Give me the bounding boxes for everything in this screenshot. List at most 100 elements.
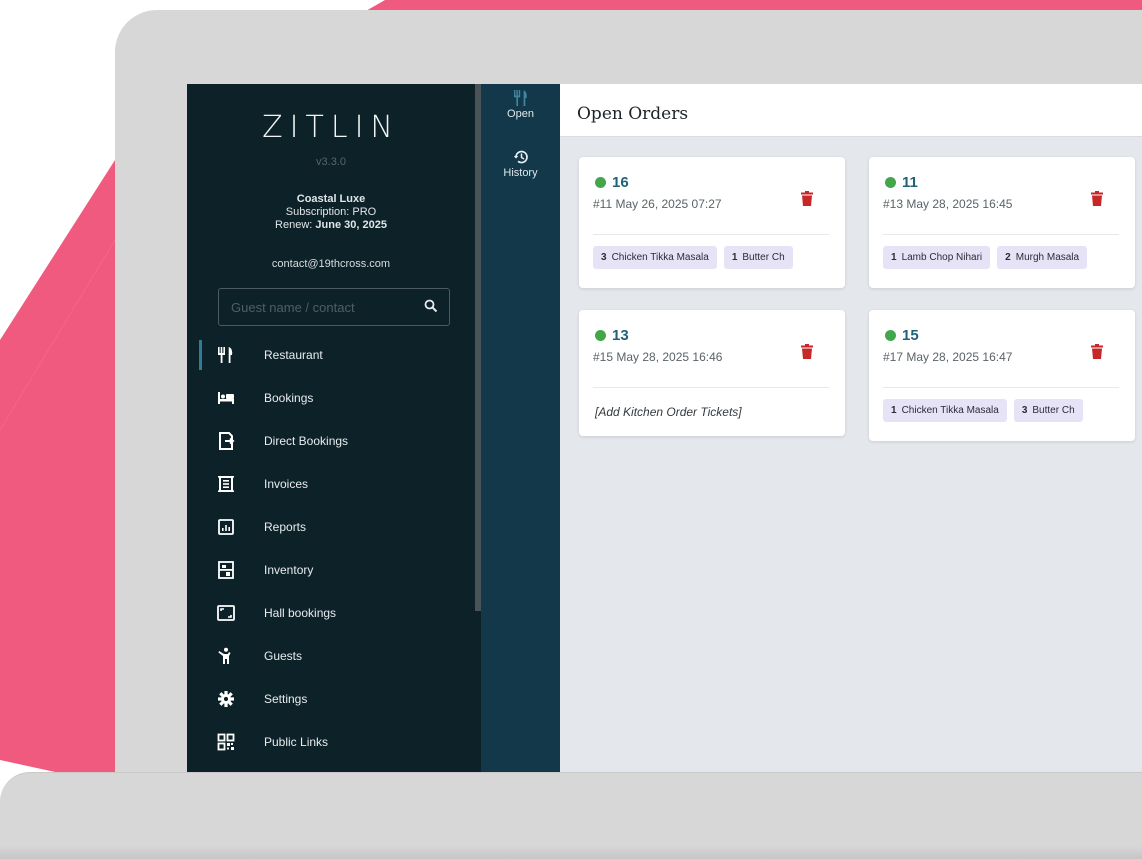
laptop-base-edge: [0, 846, 1142, 859]
item-qty: 2: [1005, 252, 1011, 263]
organization-name: Coastal Luxe: [296, 193, 366, 205]
sidebar-item-label: Invoices: [264, 477, 309, 491]
item-name: Lamb Chop Nihari: [901, 252, 983, 263]
hall-icon: [217, 605, 235, 621]
status-dot: [595, 330, 606, 341]
order-card[interactable]: 13 #15 May 28, 2025 16:46 [Add Kitchen O…: [579, 310, 845, 436]
item-qty: 1: [891, 252, 897, 263]
order-item-chip[interactable]: 1 Butter Ch: [723, 246, 793, 269]
item-qty: 1: [731, 252, 738, 263]
search-icon[interactable]: [424, 299, 438, 313]
delete-icon[interactable]: [1091, 344, 1103, 359]
order-card[interactable]: 16 #11 May 26, 2025 07:27 3 Chicken Tikka…: [579, 157, 845, 288]
item-name: Chicken Tikka Masala: [611, 252, 709, 263]
rail-item-open[interactable]: Open: [481, 90, 560, 120]
sidebar-item-label: Guests: [264, 649, 303, 663]
sidebar-item-hall-bookings[interactable]: Hall bookings: [187, 592, 475, 635]
guest-icon: [218, 647, 231, 664]
marketing-stage: ZITLIN v3.3.0 Coastal Luxe Subscription:…: [0, 0, 1142, 859]
sidebar-item-guests[interactable]: Guests: [187, 635, 475, 678]
app-version: v3.3.0: [316, 156, 346, 168]
direct-booking-icon: [219, 432, 235, 450]
card-divider: [883, 234, 1119, 235]
order-items: 1 Chicken Tikka Masala 3 Butter Ch: [883, 399, 1135, 424]
status-dot: [885, 330, 896, 341]
sidebar-item-invoices[interactable]: Invoices: [187, 463, 475, 506]
item-name: Butter Ch: [742, 252, 785, 263]
report-icon: [218, 519, 234, 535]
table-number: 15: [902, 327, 919, 344]
card-divider: [883, 387, 1119, 388]
sidebar-item-bookings[interactable]: Bookings: [187, 377, 475, 420]
add-kot-link[interactable]: [Add Kitchen Order Tickets]: [595, 405, 742, 419]
sidebar-item-label: Public Links: [264, 735, 329, 749]
fork-knife-icon: [513, 90, 527, 106]
order-item-chip[interactable]: 3 Chicken Tikka Masala: [593, 246, 717, 269]
sidebar: ZITLIN v3.3.0 Coastal Luxe Subscription:…: [187, 84, 481, 773]
guest-search: [218, 288, 450, 326]
page-header: Open Orders: [560, 84, 1142, 137]
sidebar-item-label: Restaurant: [264, 348, 323, 362]
sidebar-item-restaurant[interactable]: Restaurant: [187, 334, 475, 377]
order-meta: #11 May 26, 2025 07:27: [593, 197, 722, 211]
table-number: 13: [612, 327, 629, 344]
bed-icon: [218, 392, 234, 404]
order-view-rail: Open History: [481, 84, 560, 773]
qr-code-icon: [217, 733, 235, 751]
app-logo: ZITLIN: [262, 110, 400, 145]
main-content: Open Orders 16 #11 May 26, 2025 07:27 3C…: [560, 84, 1142, 773]
delete-icon[interactable]: [801, 344, 813, 359]
delete-icon[interactable]: [1091, 191, 1103, 206]
order-items: 3 Chicken Tikka Masala 1 Butter Ch: [593, 246, 845, 271]
rail-open-label: Open: [507, 108, 534, 120]
order-meta: #17 May 28, 2025 16:47: [883, 350, 1013, 364]
order-meta: #15 May 28, 2025 16:46: [593, 350, 723, 364]
invoice-icon: [218, 476, 234, 492]
order-item-chip[interactable]: 1 Lamb Chop Nihari: [883, 246, 991, 269]
item-qty: 1: [891, 405, 897, 416]
order-item-chip[interactable]: 1 Chicken Tikka Masala: [883, 399, 1007, 422]
rail-item-history[interactable]: History: [481, 149, 560, 179]
item-name: Butter Ch: [1032, 405, 1075, 416]
gear-icon: [218, 691, 234, 707]
order-card[interactable]: 11 #13 May 28, 2025 16:45 1 Lamb Chop Nih…: [869, 157, 1135, 288]
sidebar-item-label: Bookings: [264, 391, 314, 405]
status-dot: [595, 177, 606, 188]
renew-date: June 30, 2025: [315, 219, 387, 231]
sidebar-item-label: Inventory: [264, 563, 314, 577]
card-divider: [593, 387, 829, 388]
table-number: 16: [612, 174, 629, 191]
page-title: Open Orders: [577, 104, 689, 124]
item-name: Chicken Tikka Masala: [901, 405, 999, 416]
sidebar-item-label: Settings: [264, 692, 308, 706]
table-number: 11: [902, 174, 918, 191]
renew-text: Renew: June 30, 2025: [187, 219, 475, 232]
sidebar-item-reports[interactable]: Reports: [187, 506, 475, 549]
order-item-chip[interactable]: 3 Butter Ch: [1013, 399, 1083, 422]
guest-search-input[interactable]: [219, 289, 414, 325]
order-items: 1 Lamb Chop Nihari 2 Murgh Masala: [883, 246, 1135, 271]
sidebar-item-label: Direct Bookings: [264, 434, 349, 448]
sidebar-item-label: Reports: [264, 520, 307, 534]
order-item-chip[interactable]: 2 Murgh Masala: [997, 246, 1088, 269]
sidebar-item-direct-bookings[interactable]: Direct Bookings: [187, 420, 475, 463]
renew-label: Renew:: [275, 219, 316, 231]
subscription-text: Subscription: PRO: [285, 206, 377, 218]
fork-knife-icon: [218, 347, 233, 363]
sidebar-item-inventory[interactable]: Inventory: [187, 549, 475, 592]
delete-icon[interactable]: [801, 191, 813, 206]
organization-info: Coastal Luxe Subscription: PRO Renew: Ju…: [187, 193, 475, 232]
inventory-icon: [218, 561, 234, 579]
rail-history-label: History: [503, 167, 538, 179]
sidebar-item-settings[interactable]: Settings: [187, 678, 475, 721]
card-divider: [593, 234, 829, 235]
sidebar-nav: Restaurant Bookings Direct Bookings Invo…: [187, 334, 475, 764]
order-meta: #13 May 28, 2025 16:45: [883, 197, 1013, 211]
contact-email[interactable]: contact@19thcross.com: [187, 258, 475, 270]
app-screen: ZITLIN v3.3.0 Coastal Luxe Subscription:…: [187, 84, 1142, 773]
history-icon: [513, 150, 528, 164]
item-name: Murgh Masala: [1015, 252, 1080, 263]
item-qty: 3: [601, 252, 607, 263]
order-card[interactable]: 15 #17 May 28, 2025 16:47 1 Chicken Tikka…: [869, 310, 1135, 441]
sidebar-item-public-links[interactable]: Public Links: [187, 721, 475, 764]
